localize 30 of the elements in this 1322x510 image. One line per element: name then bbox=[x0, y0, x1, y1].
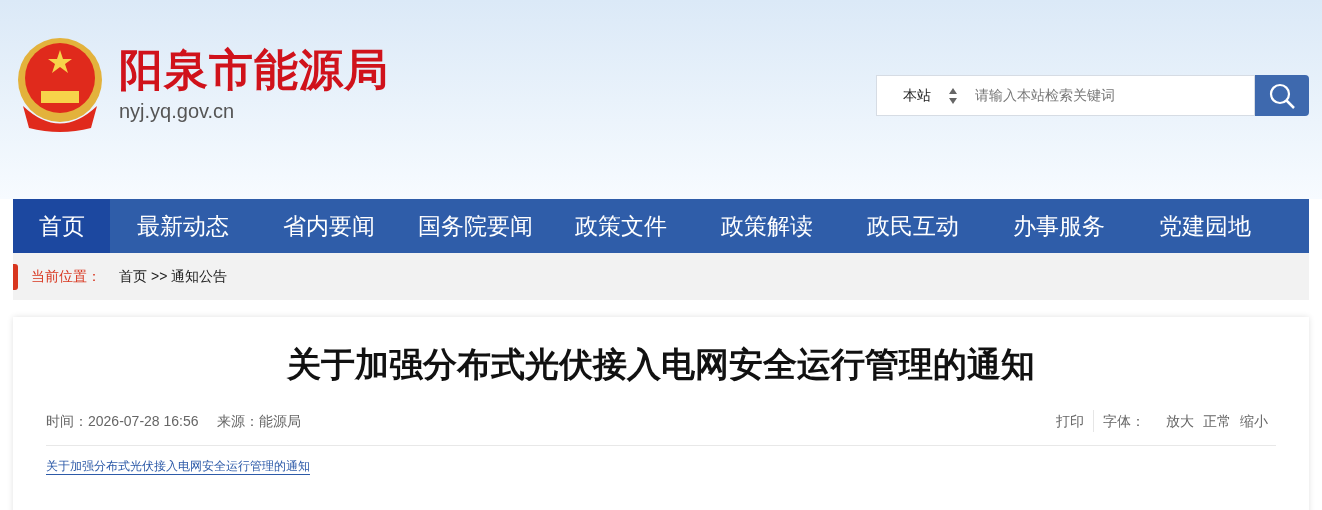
search-field[interactable]: 本站 请输入本站检索关键词 bbox=[876, 75, 1255, 116]
font-size-link[interactable]: 缩小 bbox=[1240, 410, 1268, 432]
search-button[interactable] bbox=[1255, 75, 1309, 116]
font-size-link[interactable]: 正常 bbox=[1203, 410, 1231, 432]
nav-tab[interactable]: 最新动态 bbox=[110, 199, 256, 253]
nav-tab[interactable]: 政策文件 bbox=[548, 199, 694, 253]
nav-tab[interactable]: 首页 bbox=[13, 199, 110, 253]
site-name: 阳泉市能源局 bbox=[119, 46, 389, 94]
article-title: 关于加强分布式光伏接入电网安全运行管理的通知 bbox=[286, 344, 1036, 385]
breadcrumb-link[interactable]: 首页 bbox=[119, 266, 147, 287]
nav-tab[interactable]: 政民互动 bbox=[840, 199, 986, 253]
font-size-label: 字体： bbox=[1103, 411, 1145, 431]
nav-tab[interactable]: 办事服务 bbox=[986, 199, 1132, 253]
attachment-link[interactable]: 关于加强分布式光伏接入电网安全运行管理的通知 bbox=[46, 458, 310, 475]
sort-arrows-icon bbox=[949, 86, 957, 105]
scope-select[interactable]: 本站 bbox=[877, 85, 975, 106]
publish-time: 时间：2026-07-28 16:56 bbox=[46, 411, 199, 431]
site-domain: nyj.yq.gov.cn bbox=[119, 99, 236, 124]
nav-tab[interactable]: 省内要闻 bbox=[256, 199, 402, 253]
breadcrumb-separator: >> bbox=[151, 267, 168, 286]
accent-bar bbox=[13, 263, 18, 290]
article-source: 来源：能源局 bbox=[216, 411, 301, 431]
nav-tab[interactable]: 政策解读 bbox=[694, 199, 840, 253]
nav-tab[interactable]: 国务院要闻 bbox=[402, 199, 548, 253]
print-link[interactable]: 打印 bbox=[1056, 410, 1084, 432]
nav-tab[interactable]: 党建园地 bbox=[1132, 199, 1278, 253]
font-size-link[interactable]: 放大 bbox=[1166, 410, 1194, 432]
search-icon bbox=[1268, 81, 1296, 110]
breadcrumb-label: 当前位置： bbox=[31, 267, 101, 286]
breadcrumb-link[interactable]: 通知公告 bbox=[171, 266, 228, 287]
